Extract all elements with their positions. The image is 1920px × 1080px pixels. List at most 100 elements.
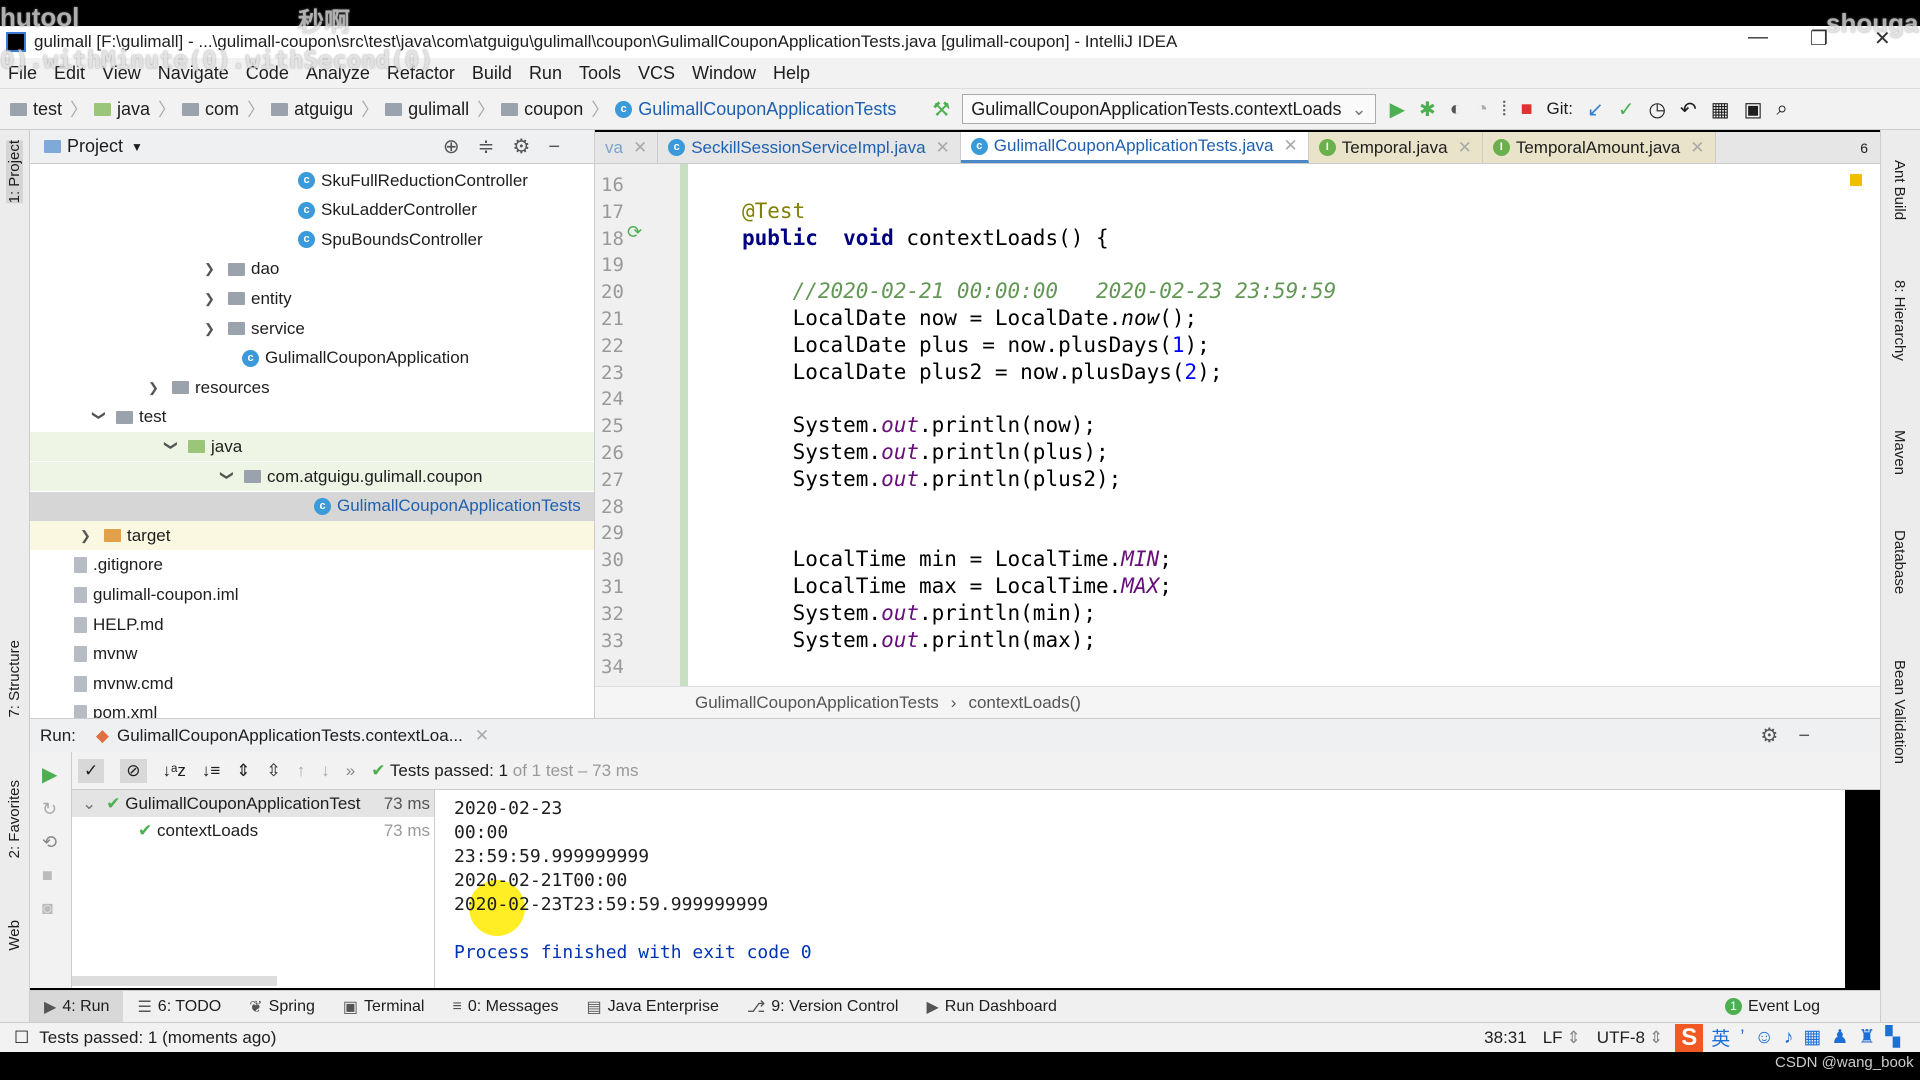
close-tab-icon[interactable]: ✕	[936, 138, 950, 158]
tree-item[interactable]: pom.xml	[74, 699, 157, 718]
build-hammer-icon[interactable]: ⚒	[932, 97, 950, 122]
editor-tab[interactable]: c GulimallCouponApplicationTests.java ✕	[960, 132, 1309, 163]
sogou-ime-icon[interactable]: S	[1675, 1023, 1704, 1052]
editor-tab[interactable]: I TemporalAmount.java ✕	[1482, 132, 1716, 163]
terminal-icon[interactable]: ▣	[1744, 97, 1763, 122]
tree-item[interactable]: c GulimallCouponApplicationTests	[30, 491, 594, 521]
project-structure-icon[interactable]: ▦	[1711, 97, 1730, 122]
tree-item[interactable]: c SpuBoundsController	[298, 225, 483, 254]
ime-lang-toggle[interactable]: 英	[1711, 1024, 1730, 1051]
tree-item[interactable]: mvnw	[74, 640, 137, 669]
minimize-button[interactable]: —	[1748, 26, 1768, 49]
tool-bean-validation[interactable]: Bean Validation	[1891, 660, 1908, 764]
breadcrumb-item[interactable]: atguigu 〉	[271, 96, 379, 122]
more-icon[interactable]: »	[346, 761, 355, 781]
breadcrumb-item[interactable]: c GulimallCouponApplicationTests	[615, 96, 896, 122]
bottom-tab[interactable]: ❦ Spring	[235, 991, 329, 1023]
bottom-tab[interactable]: ⎇ 9: Version Control	[733, 991, 913, 1023]
bottom-tab[interactable]: ▤ Java Enterprise	[573, 991, 733, 1023]
tree-item[interactable]: mvnw.cmd	[74, 669, 173, 698]
prev-failed-icon[interactable]: ↑	[297, 761, 306, 781]
test-suite-row[interactable]: ⌄ ✔ GulimallCouponApplicationTest 73 ms	[72, 790, 434, 817]
run-configuration-select[interactable]: GulimallCouponApplicationTests.contextLo…	[962, 94, 1376, 124]
tree-item[interactable]: .gitignore	[74, 551, 163, 580]
editor-tab[interactable]: va ✕	[595, 132, 659, 163]
coverage-icon[interactable]: ◐	[1450, 98, 1462, 121]
status-toggle-icon[interactable]: ☐	[14, 1028, 29, 1048]
event-log-button[interactable]: 1 Event Log	[1724, 998, 1820, 1016]
chevron-right-icon[interactable]: ❯	[204, 261, 218, 277]
menu-help[interactable]: Help	[773, 63, 810, 84]
bottom-tab[interactable]: ▶ 4: Run	[30, 990, 124, 1023]
debug-icon[interactable]: ✱	[1419, 97, 1436, 122]
tree-item[interactable]: ❯ entity	[204, 284, 292, 313]
chevron-down-icon[interactable]: ❯	[91, 410, 107, 424]
run-tab[interactable]: GulimallCouponApplicationTests.contextLo…	[117, 726, 463, 746]
panel-actions-icons[interactable]: ⊕≑⚙−	[443, 134, 578, 159]
tree-item[interactable]: ❯ dao	[204, 255, 279, 284]
ime-tray-icons[interactable]: ’☺♪▦♟♜▚	[1740, 1026, 1910, 1049]
chevron-down-icon[interactable]: ❯	[219, 470, 235, 484]
console-output[interactable]: 2020-02-23 00:00 23:59:59.999999999 2020-02…	[435, 790, 1845, 988]
chevron-right-icon[interactable]: ❯	[204, 321, 218, 337]
breadcrumb-item[interactable]: coupon 〉	[501, 96, 609, 122]
history-icon[interactable]: ◷	[1649, 97, 1666, 122]
editor-tab[interactable]: c SeckillSessionServiceImpl.java ✕	[658, 132, 961, 163]
tree-item[interactable]: ❯ java	[30, 432, 594, 462]
tool-ant-build[interactable]: Ant Build	[1891, 160, 1908, 220]
crumb-class[interactable]: GulimallCouponApplicationTests	[695, 693, 939, 713]
stop-icon[interactable]: ■	[1520, 98, 1532, 121]
show-ignored-icon[interactable]: ⊘	[120, 758, 147, 783]
close-tab-icon[interactable]: ✕	[1690, 138, 1704, 158]
tree-item[interactable]: ❯ service	[204, 314, 305, 343]
revert-icon[interactable]: ↶	[1680, 97, 1697, 122]
menu-build[interactable]: Build	[472, 63, 512, 84]
tree-item[interactable]: c GulimallCouponApplication	[242, 344, 469, 373]
tool-structure[interactable]: 7: Structure	[6, 640, 23, 718]
tree-item[interactable]: c SkuLadderController	[298, 196, 477, 225]
attach-icon[interactable]: ⦙	[1502, 98, 1506, 121]
tool-project[interactable]: 1: Project	[6, 140, 23, 204]
tree-item[interactable]: ❯ test	[92, 403, 166, 432]
crumb-method[interactable]: contextLoads()	[968, 693, 1080, 713]
bottom-tab[interactable]: ▶ Run Dashboard	[912, 991, 1070, 1023]
file-encoding[interactable]: UTF-8	[1597, 1028, 1645, 1048]
tool-database[interactable]: Database	[1891, 530, 1908, 594]
next-failed-icon[interactable]: ↓	[321, 761, 330, 781]
bottom-tab[interactable]: ☰ 6: TODO	[123, 991, 235, 1023]
breadcrumb-item[interactable]: com 〉	[182, 96, 265, 122]
run-panel-actions-icons[interactable]: ⚙−	[1760, 723, 1830, 748]
menu-run[interactable]: Run	[529, 63, 562, 84]
show-passed-icon[interactable]: ✓	[78, 758, 105, 783]
search-icon[interactable]: ⌕	[1777, 98, 1788, 121]
tool-maven[interactable]: Maven	[1891, 430, 1908, 475]
tree-item[interactable]: ❯ com.atguigu.gulimall.coupon	[30, 462, 594, 491]
bottom-tab[interactable]: ▣ Terminal	[329, 991, 439, 1023]
close-tab-icon[interactable]: ✕	[475, 726, 489, 746]
tree-item[interactable]: ❯ target	[30, 521, 594, 551]
tree-item[interactable]: ❯ resources	[148, 373, 270, 402]
expand-all-icon[interactable]: ⇕	[236, 761, 250, 781]
menu-window[interactable]: Window	[692, 63, 756, 84]
line-separator[interactable]: LF	[1543, 1028, 1563, 1048]
rerun-failed-icon[interactable]: ↻	[30, 787, 71, 820]
chevron-right-icon[interactable]: ❯	[148, 380, 162, 396]
breadcrumb-item[interactable]: gulimall 〉	[385, 96, 495, 122]
toggle-auto-test-icon[interactable]: ⟲	[30, 820, 71, 853]
close-tab-icon[interactable]: ✕	[1458, 138, 1472, 158]
tool-web[interactable]: Web	[6, 920, 23, 951]
chevron-right-icon[interactable]: ❯	[80, 528, 94, 544]
profile-icon[interactable]: ◔	[1476, 98, 1488, 121]
editor-tab[interactable]: I Temporal.java ✕	[1308, 132, 1483, 163]
horizontal-scrollbar[interactable]	[72, 976, 277, 986]
menu-tools[interactable]: Tools	[579, 63, 621, 84]
caret-position[interactable]: 38:31	[1484, 1028, 1527, 1048]
sort-alpha-icon[interactable]: ↓ᵃz	[163, 761, 186, 781]
tree-item[interactable]: c SkuFullReductionController	[298, 166, 528, 195]
chevron-right-icon[interactable]: ❯	[204, 291, 218, 307]
bottom-tab[interactable]: ≡ 0: Messages	[438, 991, 572, 1023]
menu-vcs[interactable]: VCS	[638, 63, 675, 84]
stop-icon[interactable]: ■	[30, 853, 71, 886]
rerun-icon[interactable]: ▶	[30, 752, 71, 787]
tool-hierarchy[interactable]: 8: Hierarchy	[1891, 280, 1908, 361]
